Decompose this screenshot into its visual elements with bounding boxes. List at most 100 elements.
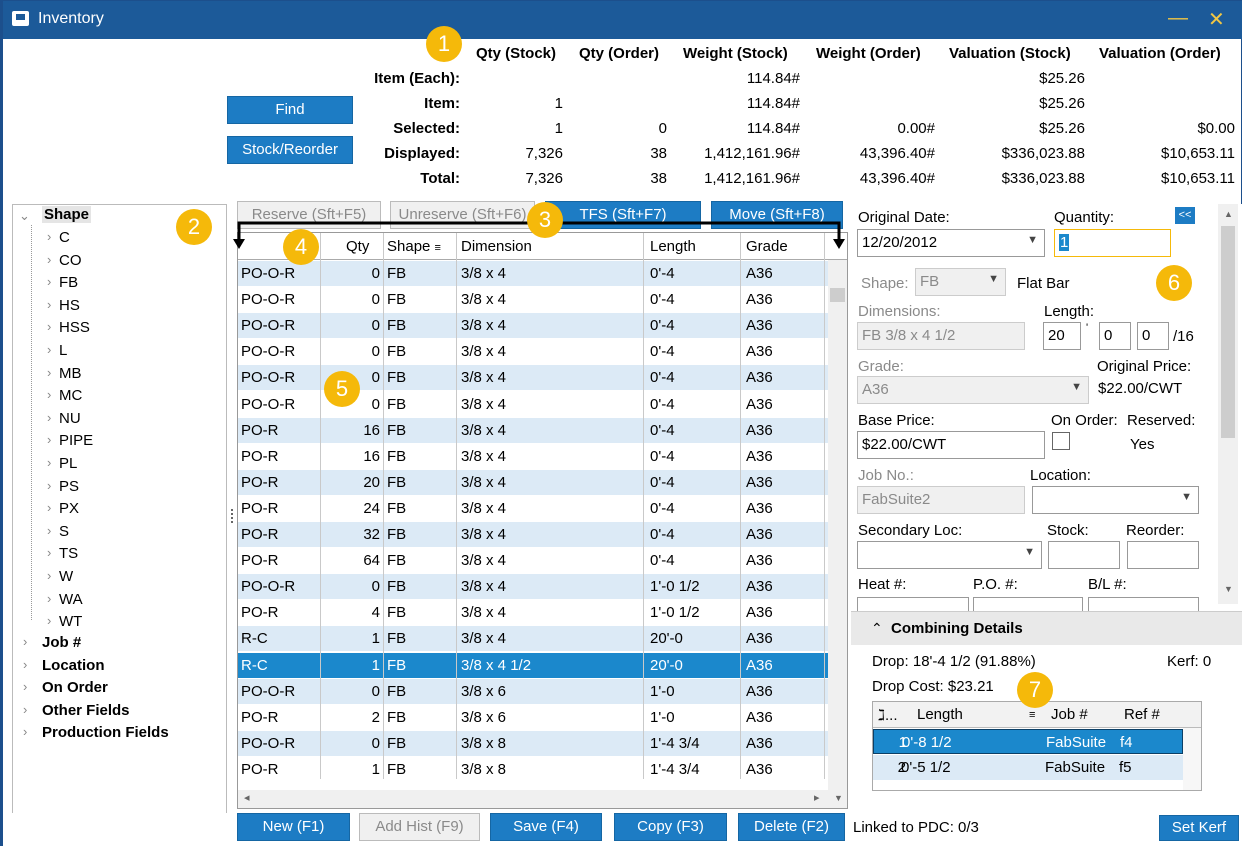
length-feet-field[interactable]: 20	[1043, 322, 1081, 350]
chevron-right-icon[interactable]: ›	[47, 252, 51, 267]
tree-item-l[interactable]: L	[59, 342, 67, 359]
scroll-thumb[interactable]	[830, 288, 845, 302]
po-field[interactable]	[973, 597, 1083, 611]
scroll-right-icon[interactable]: ▸	[814, 791, 820, 804]
chevron-down-icon[interactable]: ⌄	[19, 208, 30, 224]
tree-item-co[interactable]: CO	[59, 252, 82, 269]
grid-vertical-scrollbar[interactable]	[828, 260, 847, 790]
tree-item-wt[interactable]: WT	[59, 613, 82, 630]
chevron-right-icon[interactable]: ›	[47, 500, 51, 515]
chevron-right-icon[interactable]: ›	[23, 724, 27, 739]
chevron-right-icon[interactable]: ›	[47, 568, 51, 583]
chevron-right-icon[interactable]: ›	[47, 478, 51, 493]
quantity-field[interactable]: 1	[1054, 229, 1171, 257]
delete-button[interactable]: Delete (F2)	[738, 813, 845, 841]
chevron-right-icon[interactable]: ›	[47, 545, 51, 560]
shape-select[interactable]: FB ▼	[915, 268, 1006, 296]
tree-item-fb[interactable]: FB	[59, 274, 78, 291]
location-select[interactable]: ▼	[1032, 486, 1199, 514]
tree-item-nu[interactable]: NU	[59, 410, 81, 427]
chevron-right-icon[interactable]: ›	[47, 410, 51, 425]
stock-field[interactable]	[1048, 541, 1120, 569]
tree-item-mc[interactable]: MC	[59, 387, 82, 404]
find-button[interactable]: Find	[227, 96, 353, 124]
secondary-loc-select[interactable]: ▼	[857, 541, 1042, 569]
chevron-right-icon[interactable]: ›	[23, 657, 27, 672]
base-price-field[interactable]: $22.00/CWT	[857, 431, 1045, 459]
summary-value: $336,023.88	[1001, 170, 1085, 187]
collapse-button[interactable]: <<	[1175, 207, 1195, 224]
chevron-right-icon[interactable]: ›	[47, 365, 51, 380]
chevron-right-icon[interactable]: ›	[47, 274, 51, 289]
scroll-left-icon[interactable]: ◂	[244, 791, 250, 804]
chevron-right-icon[interactable]: ›	[23, 679, 27, 694]
tree-item-wa[interactable]: WA	[59, 591, 83, 608]
column-header-length[interactable]: Length	[917, 706, 963, 723]
length-inch-field[interactable]: 0	[1099, 322, 1131, 350]
combining-row[interactable]: 2 0'-5 1/2 FabSuite f5	[873, 755, 1183, 780]
tree-item-ts[interactable]: TS	[59, 545, 78, 562]
tree-root-shape[interactable]: Shape	[42, 206, 92, 223]
chevron-right-icon[interactable]: ›	[47, 591, 51, 606]
combining-row[interactable]: 1 0'-8 1/2 FabSuite f4	[873, 729, 1183, 754]
tree-item-pl[interactable]: PL	[59, 455, 77, 472]
tree-item-px[interactable]: PX	[59, 500, 79, 517]
tree-item-s[interactable]: S	[59, 523, 69, 540]
tree-item-c[interactable]: C	[59, 229, 70, 246]
stock-reorder-button[interactable]: Stock/Reorder	[227, 136, 353, 164]
reorder-field[interactable]	[1127, 541, 1199, 569]
tree-item-mb[interactable]: MB	[59, 365, 82, 382]
close-button[interactable]: ✕	[1208, 7, 1225, 32]
length-fraction-field[interactable]: 0	[1137, 322, 1169, 350]
tree-group-item[interactable]: Other Fields	[42, 702, 130, 719]
column-header-index[interactable]: ℷ...	[878, 706, 898, 724]
add-hist-button[interactable]: Add Hist (F9)	[359, 813, 480, 841]
tree-group-item[interactable]: Job #	[42, 634, 81, 651]
chevron-right-icon[interactable]: ›	[47, 319, 51, 334]
chevron-right-icon[interactable]: ›	[47, 455, 51, 470]
scroll-thumb[interactable]	[1221, 226, 1235, 438]
column-header-ref[interactable]: Ref #	[1124, 706, 1160, 723]
heat-field[interactable]	[857, 597, 969, 611]
tree-group-item[interactable]: Location	[42, 657, 105, 674]
column-header-job[interactable]: Job #	[1051, 706, 1088, 723]
tree-group-item[interactable]: On Order	[42, 679, 108, 696]
copy-button[interactable]: Copy (F3)	[614, 813, 727, 841]
table-cell: FB	[387, 421, 407, 439]
tree-item-pipe[interactable]: PIPE	[59, 432, 93, 449]
chevron-right-icon[interactable]: ›	[47, 342, 51, 357]
chevron-right-icon[interactable]: ›	[47, 432, 51, 447]
bl-field[interactable]	[1088, 597, 1199, 611]
table-cell: PO-R	[241, 447, 279, 465]
chevron-right-icon[interactable]: ›	[47, 613, 51, 628]
chevron-right-icon[interactable]: ›	[47, 387, 51, 402]
combining-scrollbar[interactable]	[1183, 728, 1201, 790]
new-button[interactable]: New (F1)	[237, 813, 350, 841]
tree-item-hs[interactable]: HS	[59, 297, 80, 314]
grade-select[interactable]: A36 ▼	[857, 376, 1089, 404]
tree-item-hss[interactable]: HSS	[59, 319, 90, 336]
chevron-right-icon[interactable]: ›	[47, 297, 51, 312]
original-date-field[interactable]: 12/20/2012 ▼	[857, 229, 1045, 257]
chevron-right-icon[interactable]: ›	[23, 634, 27, 649]
splitter-grip[interactable]	[231, 509, 235, 523]
header-weight-stock: Weight (Stock)	[683, 45, 788, 62]
save-button[interactable]: Save (F4)	[490, 813, 602, 841]
grid-horizontal-scrollbar[interactable]: ◂ ▸ ▼	[238, 790, 847, 808]
scroll-down-icon[interactable]: ▼	[834, 793, 843, 803]
chevron-right-icon[interactable]: ›	[23, 702, 27, 717]
filter-icon[interactable]: ≡	[1029, 709, 1035, 721]
chevron-right-icon[interactable]: ›	[47, 523, 51, 538]
detail-vertical-scrollbar[interactable]: ▲ ▼	[1218, 204, 1238, 604]
scroll-up-icon[interactable]: ▲	[1224, 209, 1233, 219]
on-order-checkbox[interactable]	[1052, 432, 1070, 450]
scroll-down-icon[interactable]: ▼	[1224, 584, 1233, 594]
combining-details-header[interactable]: ⌃ Combining Details	[851, 611, 1242, 645]
tree-group-item[interactable]: Production Fields	[42, 724, 169, 741]
minimize-button[interactable]: —	[1168, 7, 1188, 30]
tree-item-w[interactable]: W	[59, 568, 73, 585]
tree-item-ps[interactable]: PS	[59, 478, 79, 495]
drop-line: Drop: 18'-4 1/2 (91.88%)	[872, 653, 1036, 670]
chevron-right-icon[interactable]: ›	[47, 229, 51, 244]
set-kerf-button[interactable]: Set Kerf	[1159, 815, 1239, 841]
